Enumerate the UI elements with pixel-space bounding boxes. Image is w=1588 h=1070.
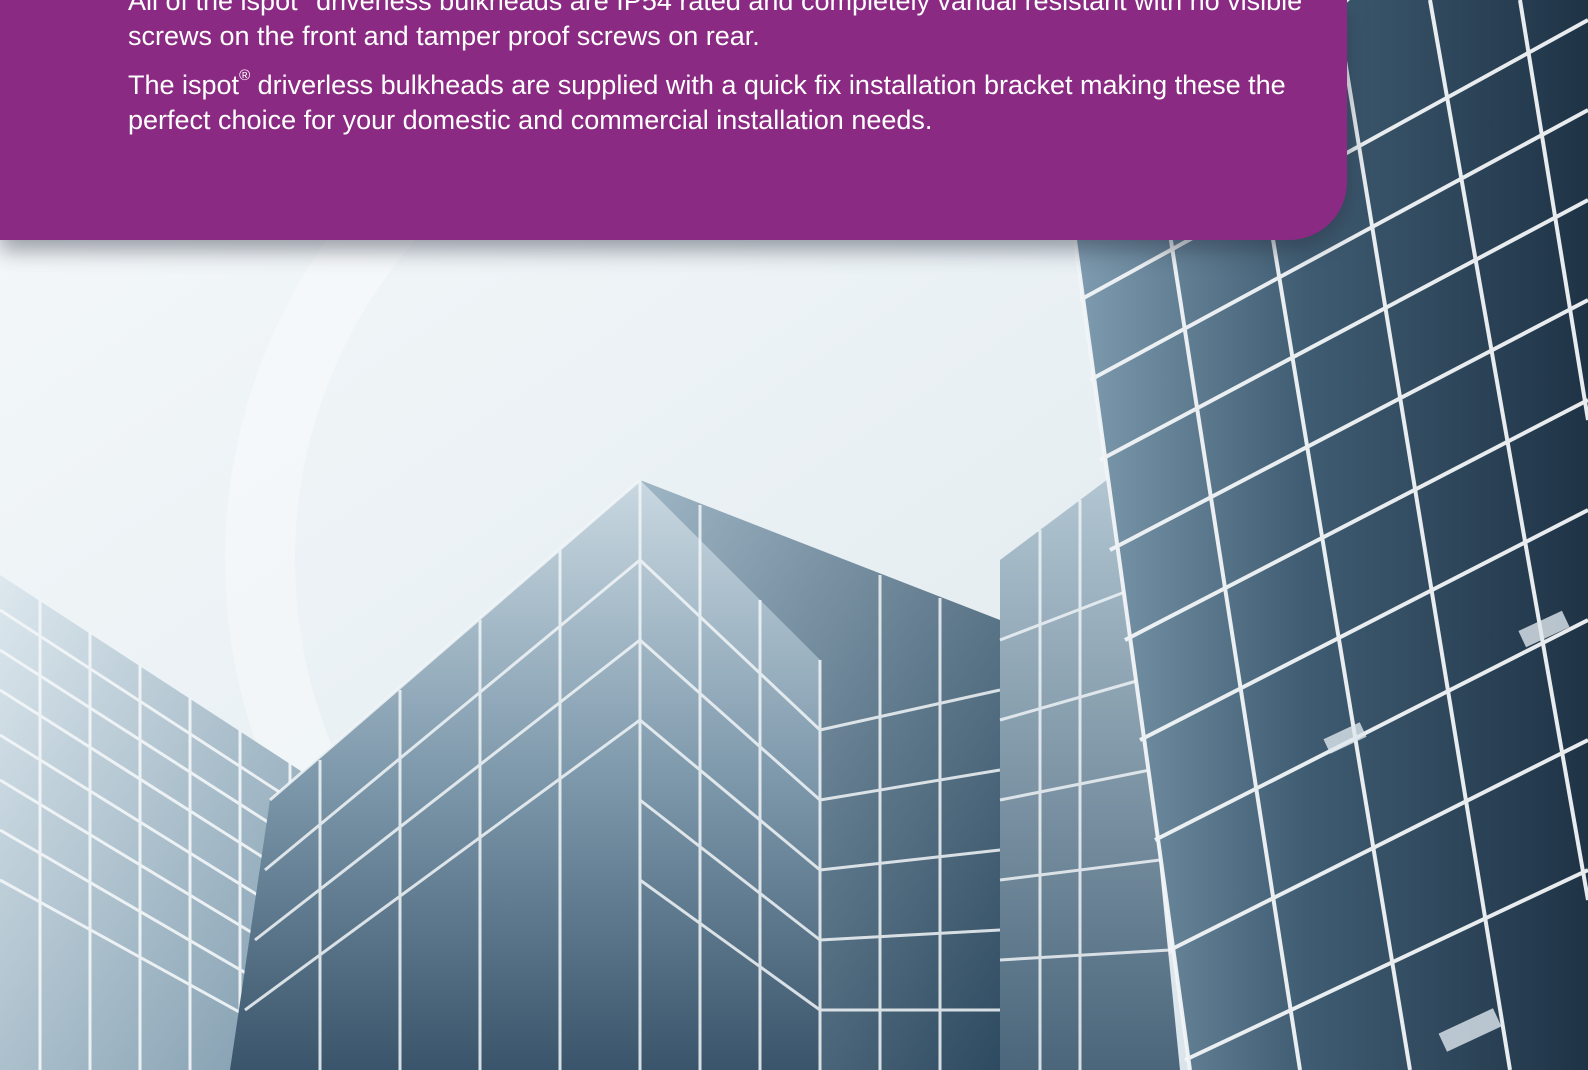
info-banner: All of the ispot ® driverless bulkheads a… bbox=[0, 0, 1347, 240]
paragraph-1-rest: driverless bulkheads are IP54 rated and … bbox=[128, 0, 1303, 51]
paragraph-1-start: All of the ispot bbox=[128, 0, 298, 16]
paragraph-2-rest: driverless bulkheads are supplied with a… bbox=[128, 70, 1286, 135]
registered-mark: ® bbox=[239, 67, 251, 84]
banner-text: All of the ispot ® driverless bulkheads a… bbox=[128, 0, 1328, 152]
brochure-page: All of the ispot ® driverless bulkheads a… bbox=[0, 0, 1588, 1070]
paragraph-installation-bracket: The ispot® driverless bulkheads are supp… bbox=[128, 68, 1328, 138]
paragraph-ip54-rating: All of the ispot® driverless bulkheads a… bbox=[128, 0, 1328, 54]
paragraph-2-start: The ispot bbox=[128, 70, 240, 100]
